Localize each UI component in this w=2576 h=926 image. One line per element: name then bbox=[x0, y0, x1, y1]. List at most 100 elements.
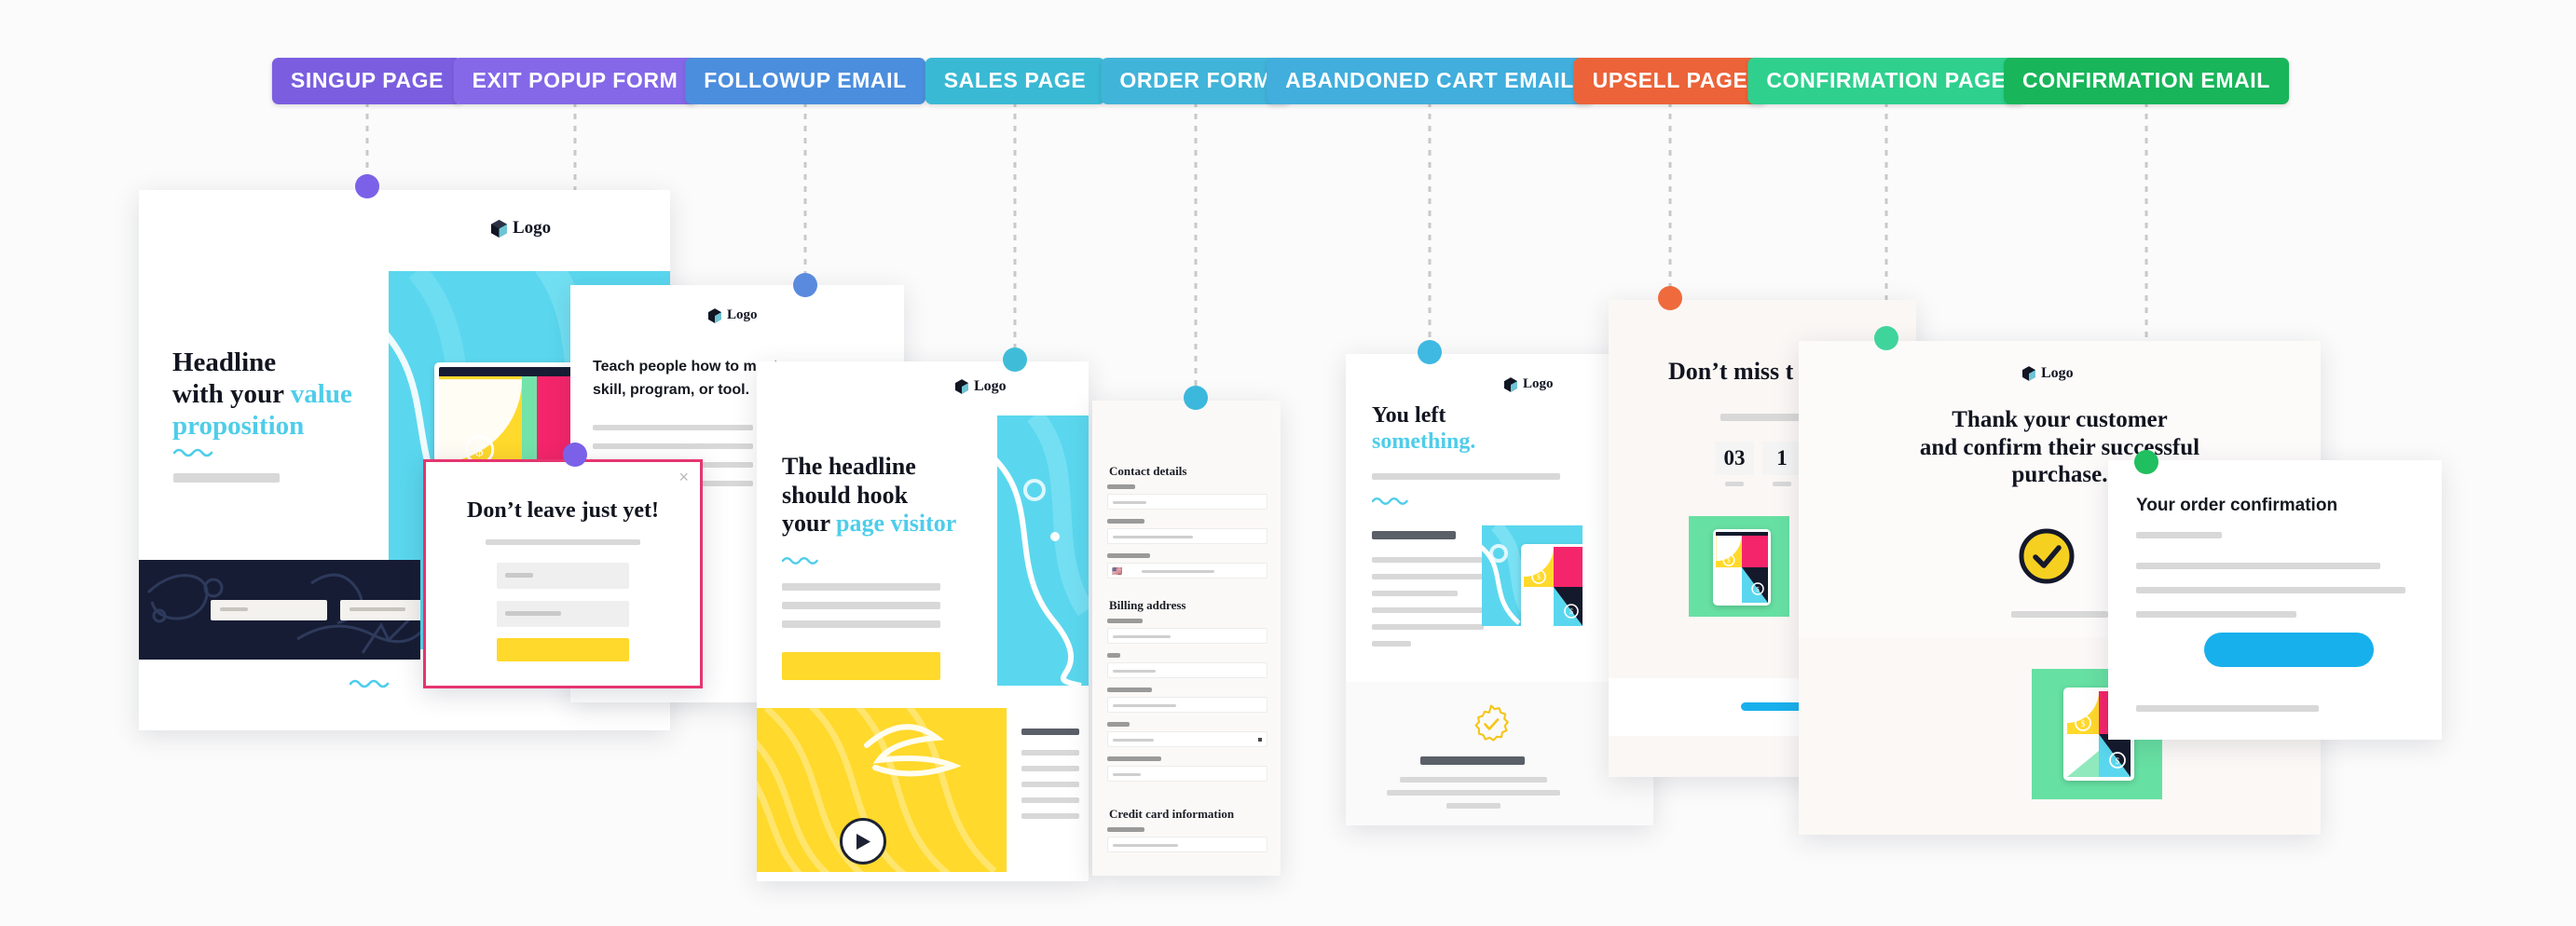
upsell-product-thumb: $ $ bbox=[1689, 516, 1789, 617]
countdown-value: 1 bbox=[1762, 442, 1802, 475]
order-input-address[interactable] bbox=[1107, 628, 1267, 644]
svg-text:$: $ bbox=[1569, 607, 1573, 616]
stage-badge-sales-page[interactable]: SALES PAGE bbox=[925, 58, 1105, 104]
card-exit-popup-form[interactable]: × Don’t leave just yet! bbox=[423, 459, 703, 688]
logo-sales-label: Logo bbox=[974, 378, 1007, 394]
card-sales-page[interactable]: Logo The headline should hook your page … bbox=[757, 361, 1089, 881]
ph-line bbox=[1372, 641, 1411, 647]
order-input-phone[interactable]: 🇺🇸 bbox=[1107, 563, 1267, 579]
connector-dot-confirmation-email bbox=[2134, 450, 2158, 474]
order-input-email[interactable] bbox=[1107, 528, 1267, 544]
upsell-tablet-mockup: $ $ bbox=[1713, 529, 1771, 606]
stage-badge-exit-popup-form[interactable]: EXIT POPUP FORM bbox=[453, 58, 697, 104]
logo-signup: Logo bbox=[491, 218, 551, 238]
card-abandoned-cart-email[interactable]: Logo You left something. $ $ bbox=[1346, 354, 1653, 825]
order-section-card: Credit card information bbox=[1109, 807, 1235, 821]
countdown-label-placeholder bbox=[1773, 482, 1791, 486]
order-card-fields bbox=[1107, 827, 1267, 852]
order-input-zip[interactable] bbox=[1107, 766, 1267, 782]
abandoned-footer-block bbox=[1346, 682, 1653, 825]
abandoned-headline-line2: something. bbox=[1372, 429, 1476, 455]
signup-name-input[interactable] bbox=[340, 600, 420, 620]
order-select-country[interactable] bbox=[1107, 731, 1267, 747]
ph-line bbox=[1021, 766, 1079, 771]
ph-line bbox=[1372, 591, 1458, 596]
ph-line bbox=[782, 620, 940, 628]
sales-right-column bbox=[1021, 729, 1079, 819]
signup-email-placeholder bbox=[220, 607, 248, 611]
stage-badge-order-form[interactable]: ORDER FORM bbox=[1101, 58, 1291, 104]
card-order-form[interactable]: Contact details 🇺🇸 Billing address Credi… bbox=[1092, 401, 1281, 876]
logo-abandoned: Logo bbox=[1504, 376, 1554, 392]
signup-headline-line2: with your value bbox=[172, 378, 387, 410]
signup-squiggle-icon bbox=[173, 448, 213, 457]
svg-text:$: $ bbox=[1537, 573, 1541, 581]
ph-line bbox=[782, 583, 940, 591]
field-label bbox=[1107, 688, 1152, 692]
stage-badge-confirmation-page[interactable]: CONFIRMATION PAGE bbox=[1747, 58, 2025, 104]
logo-followup-label: Logo bbox=[727, 307, 758, 322]
confirmation-email-subtext bbox=[2136, 532, 2222, 538]
abandoned-placeholder-lines bbox=[1372, 557, 1484, 647]
confirmation-headline-line1: Thank your customer bbox=[1952, 407, 2168, 432]
popup-input-email[interactable] bbox=[497, 563, 629, 589]
field-label bbox=[1107, 484, 1135, 489]
stage-badge-abandoned-cart-email[interactable]: ABANDONED CART EMAIL bbox=[1267, 58, 1593, 104]
svg-text:$: $ bbox=[2116, 756, 2120, 766]
ph-line bbox=[1021, 782, 1079, 787]
signup-headline-line1: Headline bbox=[172, 347, 277, 377]
cube-logo-icon bbox=[2022, 366, 2035, 381]
popup-close-icon[interactable]: × bbox=[678, 468, 689, 487]
popup-subtext-placeholder bbox=[486, 539, 640, 545]
input-placeholder bbox=[1113, 739, 1154, 742]
order-input-city[interactable] bbox=[1107, 697, 1267, 713]
input-placeholder bbox=[1113, 635, 1171, 638]
ph-line bbox=[1021, 797, 1079, 803]
input-placeholder bbox=[1113, 536, 1193, 538]
popup-input-email-placeholder bbox=[505, 573, 533, 578]
order-contact-fields: 🇺🇸 bbox=[1107, 484, 1267, 579]
signup-headline: Headline with your value proposition bbox=[172, 347, 387, 443]
sales-video-block[interactable] bbox=[757, 708, 1007, 872]
cube-logo-icon bbox=[955, 379, 968, 394]
signup-email-input[interactable] bbox=[211, 600, 327, 620]
connector-dot-order-form bbox=[1184, 386, 1208, 410]
confirmation-email-lines bbox=[2136, 563, 2405, 618]
check-circle-icon bbox=[2019, 528, 2075, 584]
play-button-icon[interactable] bbox=[840, 818, 886, 865]
popup-input-name[interactable] bbox=[497, 601, 629, 627]
ph-line bbox=[2136, 563, 2380, 569]
field-label bbox=[1107, 756, 1161, 761]
ph-line bbox=[1387, 790, 1560, 796]
ph-line bbox=[1372, 624, 1484, 630]
sales-squiggle-icon bbox=[782, 557, 818, 565]
logo-followup: Logo bbox=[708, 307, 758, 323]
order-input-address2[interactable] bbox=[1107, 662, 1267, 678]
ph-line-dark bbox=[1021, 729, 1079, 735]
order-input-name[interactable] bbox=[1107, 494, 1267, 510]
abandoned-headline: You left something. bbox=[1372, 402, 1475, 456]
stage-badge-upsell-page[interactable]: UPSELL PAGE bbox=[1573, 58, 1767, 104]
card-confirmation-email[interactable]: Your order confirmation bbox=[2108, 460, 2442, 740]
stage-badge-signup-page[interactable]: SINGUP PAGE bbox=[271, 58, 463, 104]
connector-dot-abandoned-cart-email bbox=[1418, 340, 1442, 364]
popup-submit-button[interactable] bbox=[497, 638, 629, 661]
stage-badge-followup-email[interactable]: FOLLOWUP EMAIL bbox=[685, 58, 925, 104]
input-placeholder bbox=[1142, 570, 1214, 573]
ph-line bbox=[2136, 611, 2296, 618]
ph-line bbox=[1372, 607, 1484, 613]
countdown-label-placeholder bbox=[1725, 482, 1744, 486]
field-label bbox=[1107, 619, 1143, 623]
stage-badge-confirmation-email[interactable]: CONFIRMATION EMAIL bbox=[2004, 58, 2289, 104]
field-label bbox=[1107, 827, 1144, 832]
confirmation-email-cta-button[interactable] bbox=[2204, 633, 2374, 667]
abandoned-squiggle-icon bbox=[1372, 497, 1408, 505]
abandoned-footer-bar bbox=[1420, 756, 1525, 765]
sales-cta-button[interactable] bbox=[782, 652, 940, 680]
order-input-cardnumber[interactable] bbox=[1107, 837, 1267, 852]
ph-line bbox=[1372, 574, 1484, 579]
signup-headline-line2-dark: with your bbox=[172, 379, 291, 410]
svg-text:$: $ bbox=[1756, 586, 1760, 593]
input-placeholder bbox=[1113, 670, 1156, 673]
signup-text-placeholder bbox=[173, 473, 280, 483]
